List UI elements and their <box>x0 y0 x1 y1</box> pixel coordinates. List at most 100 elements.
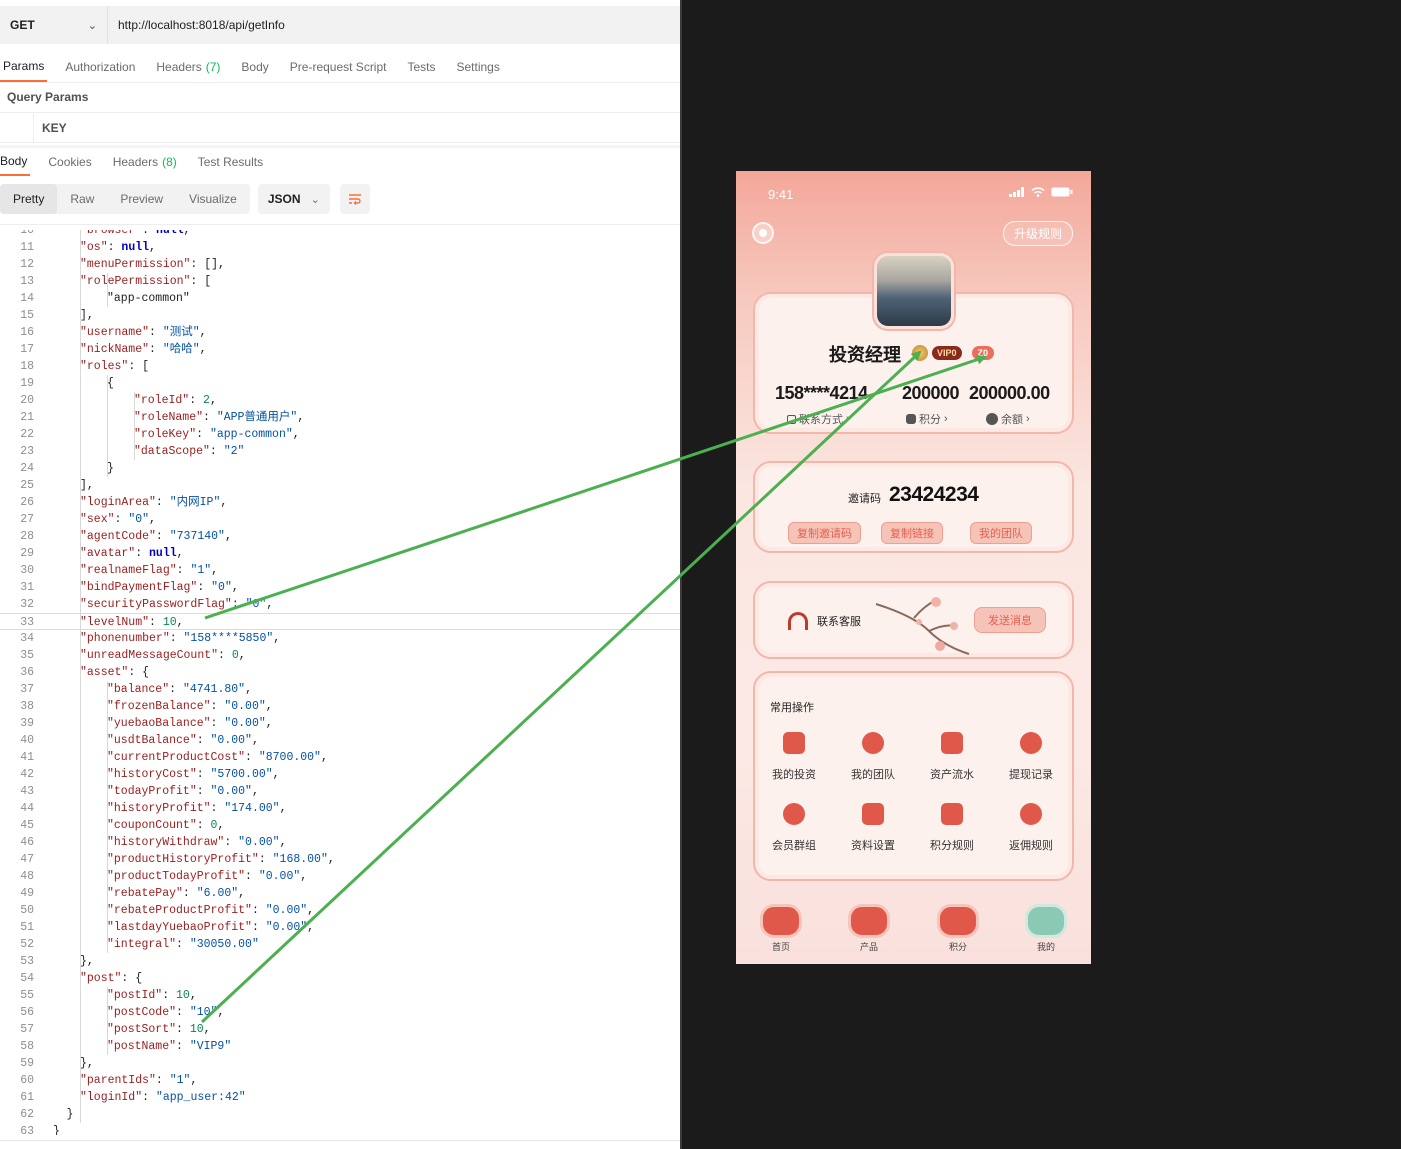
code-line: 44 "historyProfit": "174.00", <box>0 800 680 817</box>
code-line: 13 "rolePermission": [ <box>0 273 680 290</box>
code-line: 49 "rebatePay": "6.00", <box>0 885 680 902</box>
op-label: 资产流水 <box>930 769 974 781</box>
code-text: "roleKey": "app-common", <box>134 428 300 441</box>
line-number: 37 <box>20 683 34 696</box>
service-label: 联系客服 <box>817 616 861 628</box>
balance-link[interactable]: 余额 › <box>986 411 1030 427</box>
tab-authorization[interactable]: Authorization <box>62 52 138 82</box>
url-input[interactable]: http://localhost:8018/api/getInfo <box>108 18 285 32</box>
wrap-lines-button[interactable] <box>339 184 370 214</box>
line-number: 38 <box>20 700 34 713</box>
tab-settings[interactable]: Settings <box>454 52 503 82</box>
code-line: 55 "postId": 10, <box>0 987 680 1004</box>
tab-response-body[interactable]: Body <box>0 148 31 176</box>
format-raw[interactable]: Raw <box>57 184 107 214</box>
language-select[interactable]: JSON ⌄ <box>257 184 330 214</box>
tab-home[interactable]: 首页 <box>756 904 806 953</box>
contact-link[interactable]: 联系方式 › <box>787 411 850 427</box>
tab-points[interactable]: 积分 <box>933 904 983 953</box>
format-bar: Pretty Raw Preview Visualize JSON ⌄ <box>0 184 370 214</box>
tab-params[interactable]: Params <box>0 52 48 82</box>
common-actions-title: 常用操作 <box>770 702 814 714</box>
investment-icon <box>783 732 805 754</box>
code-text: "phonenumber": "158****5850", <box>80 632 281 645</box>
signal-icon <box>1009 187 1024 197</box>
team-icon <box>862 732 884 754</box>
code-text: "roles": [ <box>80 360 150 373</box>
tab-headers[interactable]: Headers (7) <box>153 52 223 82</box>
my-team-button[interactable]: 我的团队 <box>970 522 1032 544</box>
method-select[interactable]: GET ⌄ <box>0 6 108 44</box>
contact-label: 联系方式 <box>799 414 843 426</box>
avatar[interactable] <box>874 253 954 329</box>
op-member-groups[interactable]: 会员群组 <box>759 803 829 853</box>
code-line: 43 "todayProfit": "0.00", <box>0 783 680 800</box>
line-number: 14 <box>20 292 34 305</box>
code-line: 52 "integral": "30050.00" <box>0 936 680 953</box>
code-text: "roleId": 2, <box>134 394 217 407</box>
points-label: 积分 <box>919 414 941 426</box>
tab-cookies[interactable]: Cookies <box>45 148 94 176</box>
upgrade-rules-button[interactable]: 升级规则 <box>1002 221 1073 246</box>
op-my-investment[interactable]: 我的投资 <box>759 732 829 782</box>
indent-guide <box>80 230 81 1123</box>
points-rules-icon <box>941 803 963 825</box>
response-code-viewer[interactable]: 10 "browser": null, 11 "os": null, 12 "menuPe… <box>0 230 680 1135</box>
line-number: 19 <box>20 377 34 390</box>
op-withdraw-records[interactable]: 提现记录 <box>996 732 1066 782</box>
tab-tests[interactable]: Tests <box>404 52 438 82</box>
line-number: 18 <box>20 360 34 373</box>
status-icons <box>1009 187 1073 197</box>
withdraw-icon <box>1020 732 1042 754</box>
op-asset-ledger[interactable]: 资产流水 <box>917 732 987 782</box>
line-number: 22 <box>20 428 34 441</box>
params-table-header: KEY <box>0 113 680 143</box>
tab-label: Settings <box>456 60 500 74</box>
format-visualize[interactable]: Visualize <box>176 184 250 214</box>
line-number: 25 <box>20 479 34 492</box>
format-preview[interactable]: Preview <box>107 184 176 214</box>
op-profile-settings[interactable]: 资料设置 <box>838 803 908 853</box>
headset-icon <box>788 612 808 630</box>
format-pretty[interactable]: Pretty <box>0 184 58 214</box>
indent-guide <box>107 273 108 307</box>
code-line: 15], <box>0 307 680 324</box>
code-text: } <box>66 1108 74 1121</box>
tab-pre-request-script[interactable]: Pre-request Script <box>287 52 390 82</box>
chevron-right-icon: › <box>1026 413 1030 425</box>
code-line: 29 "avatar": null, <box>0 545 680 562</box>
tab-response-headers[interactable]: Headers (8) <box>110 148 180 176</box>
chevron-right-icon: › <box>944 413 948 425</box>
invite-label: 邀请码 <box>848 493 881 505</box>
op-commission-rules[interactable]: 返佣规则 <box>996 803 1066 853</box>
tab-body[interactable]: Body <box>238 52 271 82</box>
code-text: "productHistoryProfit": "168.00", <box>107 853 335 866</box>
copy-link-button[interactable]: 复制链接 <box>881 522 943 544</box>
line-number: 54 <box>20 972 34 985</box>
send-message-button[interactable]: 发送消息 <box>974 607 1046 633</box>
code-text: ], <box>80 309 94 322</box>
code-text: "sex": "0", <box>80 513 156 526</box>
tab-label: Test Results <box>197 155 264 169</box>
settings-gear-icon[interactable] <box>752 222 774 244</box>
line-number: 24 <box>20 462 34 475</box>
level-badges: VIP0 Z0 <box>912 345 995 361</box>
op-points-rules[interactable]: 积分规则 <box>917 803 987 853</box>
code-line: 10 "browser": null, <box>0 230 680 239</box>
ledger-icon <box>941 732 963 754</box>
coin-icon <box>986 413 998 425</box>
tab-test-results[interactable]: Test Results <box>195 148 266 176</box>
code-text: "balance": "4741.80", <box>107 683 252 696</box>
tab-mine[interactable]: 我的 <box>1021 904 1071 953</box>
line-number: 34 <box>20 632 34 645</box>
code-text: "historyProfit": "174.00", <box>107 802 287 815</box>
tab-label: Authorization <box>65 60 136 74</box>
op-my-team[interactable]: 我的团队 <box>838 732 908 782</box>
copy-invite-code-button[interactable]: 复制邀请码 <box>788 522 861 544</box>
tab-products[interactable]: 产品 <box>844 904 894 953</box>
points-link[interactable]: 积分 › <box>906 411 948 427</box>
line-number: 42 <box>20 768 34 781</box>
tab-label: 产品 <box>859 942 878 952</box>
line-number: 40 <box>20 734 34 747</box>
code-text: "roleName": "APP普通用户", <box>134 411 305 424</box>
